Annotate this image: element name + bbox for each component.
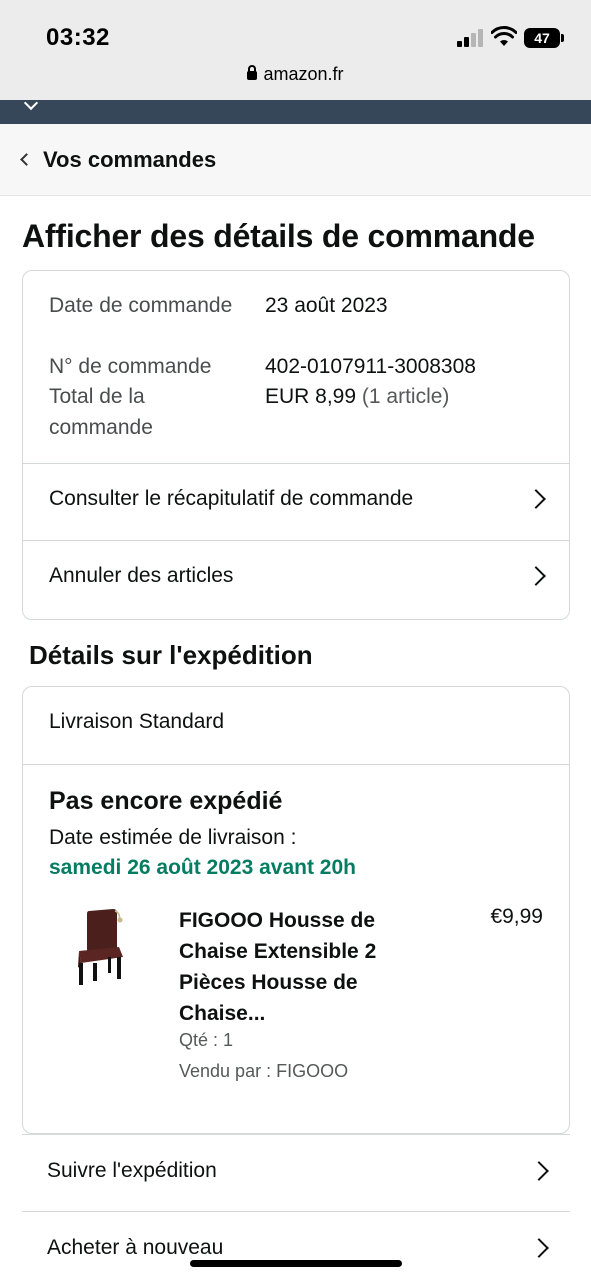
product-seller: Vendu par : FIGOOO — [179, 1061, 349, 1081]
cancel-items-label: Annuler des articles — [49, 564, 234, 587]
wifi-icon — [491, 26, 517, 46]
chevron-right-icon — [526, 489, 546, 509]
track-shipment-link[interactable]: Suivre l'expédition — [22, 1134, 570, 1212]
chevron-right-icon — [529, 1238, 549, 1258]
back-link[interactable]: Vos commandes — [43, 147, 216, 173]
buy-again-link[interactable]: Acheter à nouveau — [22, 1211, 570, 1280]
product-quantity: Qté : 1 — [179, 1030, 234, 1050]
address-bar[interactable]: amazon.fr — [0, 64, 591, 85]
product-image[interactable] — [63, 909, 153, 999]
chevron-right-icon — [526, 566, 546, 586]
shipment-card: Livraison Standard Pas encore expédié Da… — [22, 686, 570, 1134]
order-date-value: 23 août 2023 — [265, 294, 388, 317]
product-title-link[interactable]: FIGOOO Housse de Chaise Extensible 2 Piè… — [179, 905, 429, 1029]
buy-again-label: Acheter à nouveau — [47, 1236, 224, 1259]
url-text: amazon.fr — [263, 64, 344, 84]
divider — [23, 764, 569, 765]
order-total-label: Total de la commande — [49, 385, 153, 439]
track-shipment-label: Suivre l'expédition — [47, 1159, 217, 1182]
order-number-label: N° de commande — [49, 355, 212, 378]
chevron-left-icon — [20, 153, 33, 166]
order-total-amount: EUR 8,99 — [265, 385, 357, 408]
delivery-type: Livraison Standard — [49, 710, 225, 733]
chevron-right-icon — [529, 1161, 549, 1181]
shipment-status: Pas encore expédié — [49, 787, 283, 815]
cancel-items-link[interactable]: Annuler des articles — [23, 540, 569, 617]
back-navigation[interactable]: Vos commandes — [0, 124, 591, 196]
product-price: €9,99 — [490, 905, 543, 928]
cellular-signal-icon — [457, 29, 485, 47]
order-info-card: Date de commande 23 août 2023 N° de comm… — [22, 270, 570, 620]
order-item-count: (1 article) — [361, 385, 450, 408]
lock-icon — [247, 65, 258, 80]
order-summary-link[interactable]: Consulter le récapitulatif de commande — [23, 463, 569, 540]
order-number-value: 402-0107911-3008308 — [265, 355, 476, 378]
order-total-value: EUR 8,99 (1 article) — [265, 382, 565, 413]
estimated-delivery-date: samedi 26 août 2023 avant 20h — [49, 856, 356, 879]
estimated-delivery-label: Date estimée de livraison : — [49, 826, 297, 849]
battery-indicator: 47 — [524, 28, 560, 48]
battery-tip — [561, 34, 564, 42]
page-title: Afficher des détails de commande — [22, 218, 535, 254]
shipping-section-title: Détails sur l'expédition — [29, 640, 313, 670]
amazon-nav-bar — [0, 95, 591, 124]
status-bar: 03:32 47 amazon.fr — [0, 0, 591, 100]
home-indicator[interactable] — [190, 1260, 402, 1267]
order-summary-label: Consulter le récapitulatif de commande — [49, 487, 414, 510]
clock: 03:32 — [46, 24, 110, 51]
order-date-label: Date de commande — [49, 294, 233, 317]
